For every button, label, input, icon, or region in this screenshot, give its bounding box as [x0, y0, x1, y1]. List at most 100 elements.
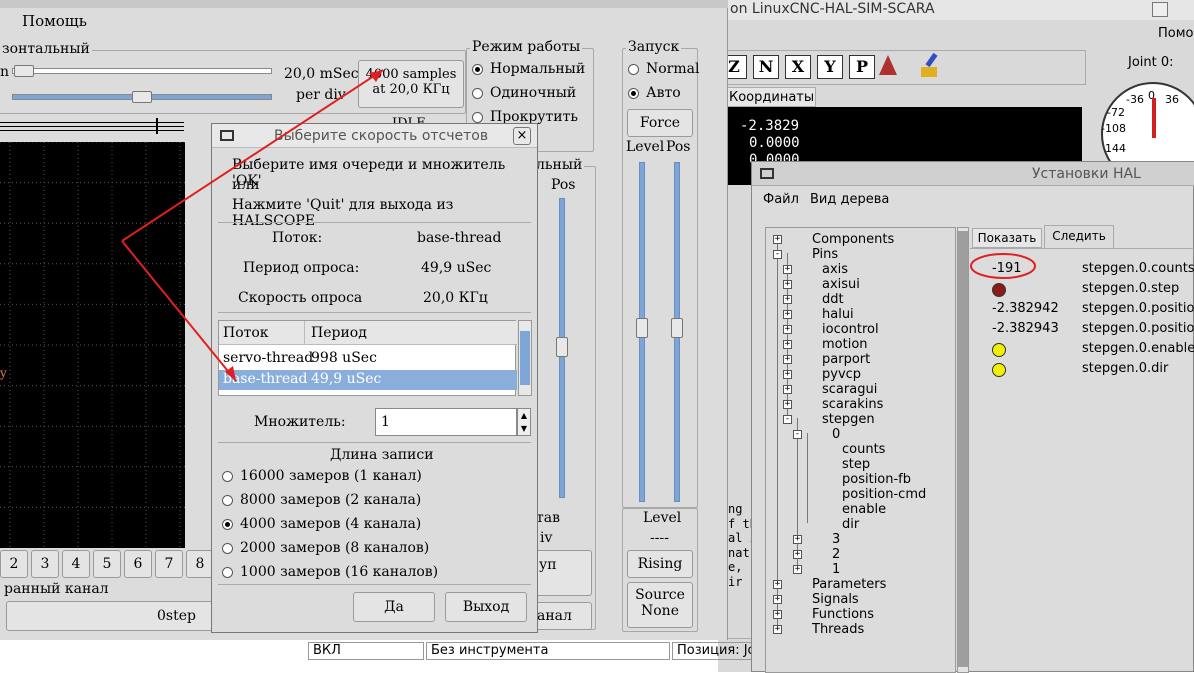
expand-icon[interactable]: + — [773, 595, 782, 604]
run-auto-radio[interactable] — [628, 88, 639, 99]
hal-menu-tree-view[interactable]: Вид дерева — [810, 192, 889, 207]
view-n-button[interactable]: N — [753, 55, 779, 79]
quit-button[interactable]: Выход — [445, 592, 527, 622]
record-option-radio[interactable] — [222, 495, 233, 506]
expand-icon[interactable]: + — [783, 385, 792, 394]
trigger-pos-knob[interactable] — [671, 318, 683, 338]
expand-icon[interactable]: + — [793, 535, 802, 544]
tree-item-motion[interactable]: motion — [822, 337, 868, 352]
tree-item-signals[interactable]: Signals — [812, 592, 859, 607]
record-option-radio[interactable] — [222, 567, 233, 578]
expand-icon[interactable]: + — [783, 310, 792, 319]
source-button[interactable]: Source None — [627, 582, 693, 628]
tree-item-1[interactable]: 1 — [832, 562, 840, 577]
channel-7-button[interactable]: 7 — [155, 550, 183, 578]
channel-4-button[interactable]: 4 — [62, 550, 90, 578]
expand-icon[interactable]: + — [793, 550, 802, 559]
tree-item-components[interactable]: Components — [812, 232, 894, 247]
expand-icon[interactable]: + — [783, 295, 792, 304]
rising-button[interactable]: Rising — [627, 550, 693, 578]
tree-item-counts[interactable]: counts — [842, 442, 885, 457]
tree-item-parameters[interactable]: Parameters — [812, 577, 886, 592]
tree-item-0[interactable]: 0 — [832, 427, 840, 442]
trigger-level-knob[interactable] — [636, 318, 648, 338]
run-normal-radio[interactable] — [628, 64, 639, 75]
tree-item-enable[interactable]: enable — [842, 502, 886, 517]
tab-watch[interactable]: Следить — [1044, 225, 1114, 248]
expand-icon[interactable]: + — [783, 400, 792, 409]
tree-item-axis[interactable]: axis — [822, 262, 848, 277]
dialog-close-button[interactable]: × — [513, 127, 531, 145]
position-slider-knob[interactable] — [132, 91, 152, 103]
zoom-slider[interactable] — [12, 68, 272, 74]
samples-button[interactable]: 4000 samples at 20,0 КГц — [358, 60, 464, 108]
clear-plot-icon[interactable] — [919, 52, 941, 79]
channel-8-button[interactable]: 8 — [186, 550, 214, 578]
tree-item-threads[interactable]: Threads — [812, 622, 864, 637]
tree-item-halui[interactable]: halui — [822, 307, 854, 322]
table-row[interactable]: servo-thread 998 uSec — [219, 349, 517, 369]
record-option-radio[interactable] — [222, 543, 233, 554]
help-menu[interactable]: Помо — [1158, 26, 1194, 41]
tree-scrollbar[interactable] — [957, 227, 969, 673]
mode-normal-radio[interactable] — [472, 64, 483, 75]
tree-item-position-cmd[interactable]: position-cmd — [842, 487, 926, 502]
table-scrollbar[interactable] — [518, 320, 532, 396]
tree-item-iocontrol[interactable]: iocontrol — [822, 322, 879, 337]
expand-icon[interactable]: + — [773, 580, 782, 589]
tree-item-dir[interactable]: dir — [842, 517, 859, 532]
zoom-slider-knob[interactable] — [14, 65, 34, 77]
table-header-period[interactable]: Период — [305, 321, 517, 345]
collapse-icon[interactable]: - — [793, 430, 802, 439]
channel-5-button[interactable]: 5 — [93, 550, 121, 578]
expand-icon[interactable]: + — [783, 280, 792, 289]
tree-item-parport[interactable]: parport — [822, 352, 870, 367]
ok-button[interactable]: Да — [353, 592, 435, 622]
collapse-icon[interactable]: - — [773, 250, 782, 259]
expand-icon[interactable]: + — [783, 265, 792, 274]
multiplier-spinner[interactable]: ▲ ▼ — [517, 408, 531, 436]
coords-tab[interactable]: Координаты — [724, 87, 816, 107]
tree-item-step[interactable]: step — [842, 457, 870, 472]
tree-item-3[interactable]: 3 — [832, 532, 840, 547]
expand-icon[interactable]: + — [773, 610, 782, 619]
channel-2-button[interactable]: 2 — [0, 550, 28, 578]
mode-single-radio[interactable] — [472, 88, 483, 99]
mode-roll-radio[interactable] — [472, 112, 483, 123]
tree-item-pyvcp[interactable]: pyvcp — [822, 367, 861, 382]
tree-item-scaragui[interactable]: scaragui — [822, 382, 877, 397]
tree-item-pins[interactable]: Pins — [812, 247, 838, 262]
expand-icon[interactable]: + — [783, 355, 792, 364]
tree-item-position-fb[interactable]: position-fb — [842, 472, 911, 487]
record-option-radio[interactable] — [222, 471, 233, 482]
view-y-button[interactable]: Y — [817, 55, 843, 79]
tree-item-functions[interactable]: Functions — [812, 607, 874, 622]
channel-3-button[interactable]: 3 — [31, 550, 59, 578]
tree-item-axisui[interactable]: axisui — [822, 277, 860, 292]
tree-item-2[interactable]: 2 — [832, 547, 840, 562]
expand-icon[interactable]: + — [783, 340, 792, 349]
tree-item-scarakins[interactable]: scarakins — [822, 397, 883, 412]
expand-icon[interactable]: + — [773, 235, 782, 244]
table-header-thread[interactable]: Поток — [219, 321, 305, 345]
collapse-icon[interactable]: - — [783, 415, 792, 424]
view-p-button[interactable]: P — [849, 55, 875, 79]
tab-show[interactable]: Показать — [972, 228, 1042, 248]
multiplier-input[interactable]: 1 — [375, 408, 517, 436]
tree-item-stepgen[interactable]: stepgen — [822, 412, 875, 427]
vertical-pos-knob[interactable] — [556, 337, 568, 357]
expand-icon[interactable]: + — [793, 565, 802, 574]
maximize-button[interactable] — [1152, 2, 1168, 17]
expand-icon[interactable]: + — [783, 370, 792, 379]
expand-icon[interactable]: + — [773, 625, 782, 634]
expand-icon[interactable]: + — [783, 325, 792, 334]
force-button[interactable]: Force — [627, 109, 693, 137]
menu-help[interactable]: Помощь — [22, 12, 87, 30]
hal-menu-file[interactable]: Файл — [763, 192, 799, 207]
record-option-radio[interactable] — [222, 519, 233, 530]
channel-6-button[interactable]: 6 — [124, 550, 152, 578]
cone-icon[interactable] — [879, 55, 897, 75]
tree-item-ddt[interactable]: ddt — [822, 292, 844, 307]
table-row-selected[interactable]: base-thread 49,9 uSec — [219, 370, 517, 390]
view-x-button[interactable]: X — [785, 55, 811, 79]
